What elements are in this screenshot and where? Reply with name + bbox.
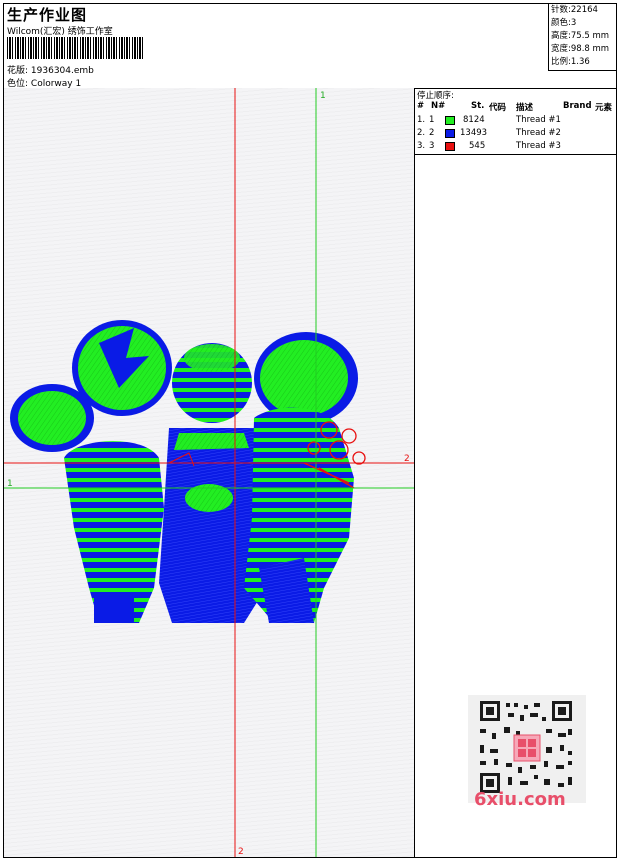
stat-width: 宽度:98.8 mm — [551, 44, 610, 54]
thread-row: 3. 3 545 Thread #3 — [417, 141, 561, 151]
embroidery-drawing: 1 2 1 2 — [4, 88, 414, 857]
col-element: 元素 — [595, 103, 613, 113]
stat-colors: 颜色:3 — [551, 18, 577, 28]
right-figure-body — [244, 407, 354, 623]
embroidery-preview: 1 2 1 2 — [4, 88, 415, 857]
thread-color-swatch — [445, 129, 455, 138]
company-name: Wilcom(汇宏) 绣饰工作室 — [7, 27, 113, 37]
stop-sequence-title: 停止顺序: — [417, 91, 454, 101]
stat-height: 高度:75.5 mm — [551, 31, 610, 41]
stat-scale: 比例:1.36 — [551, 57, 590, 67]
col-desc: 描述 — [516, 103, 534, 113]
ear-left — [10, 384, 94, 452]
vertical-red-guide-label: 2 — [238, 847, 244, 857]
watermark-text: 6xiu.com — [474, 789, 566, 810]
col-brand: Brand — [563, 101, 592, 111]
thread-row: 2. 2 13493 Thread #2 — [417, 128, 561, 138]
vertical-green-guide-label: 1 — [320, 91, 326, 101]
thread-color-swatch — [445, 116, 455, 125]
thread-row: 1. 1 8124 Thread #1 — [417, 115, 561, 125]
barcode — [7, 37, 144, 59]
col-code: 代码 — [489, 103, 507, 113]
sheet-header: 生产作业图 Wilcom(汇宏) 绣饰工作室 花版: 1936304.emb 色… — [4, 4, 617, 89]
thread-color-swatch — [445, 142, 455, 151]
stat-stitches: 针数:22164 — [551, 5, 598, 15]
horizontal-red-guide-label: 2 — [404, 454, 410, 464]
left-figure-body — [64, 441, 164, 623]
col-n: N# — [431, 101, 446, 111]
col-st: St. — [471, 101, 485, 111]
sheet-title: 生产作业图 — [7, 6, 88, 24]
center-figure-head — [172, 343, 252, 423]
horizontal-green-guide-label: 1 — [7, 479, 13, 489]
col-num: # — [417, 101, 425, 111]
design-label: 花版: — [7, 66, 29, 76]
thread-table-header: # N# St. 代码 描述 Brand 元素 — [417, 101, 613, 113]
design-value: 1936304.emb — [30, 66, 94, 76]
design-stats: 针数:22164 颜色:3 高度:75.5 mm 宽度:98.8 mm 比例:1… — [548, 4, 617, 71]
design-file-line: 花版: 1936304.emb — [7, 63, 94, 76]
thread-sequence-panel: 停止顺序: # N# St. 代码 描述 Brand 元素 1. 1 8124 … — [415, 88, 616, 155]
